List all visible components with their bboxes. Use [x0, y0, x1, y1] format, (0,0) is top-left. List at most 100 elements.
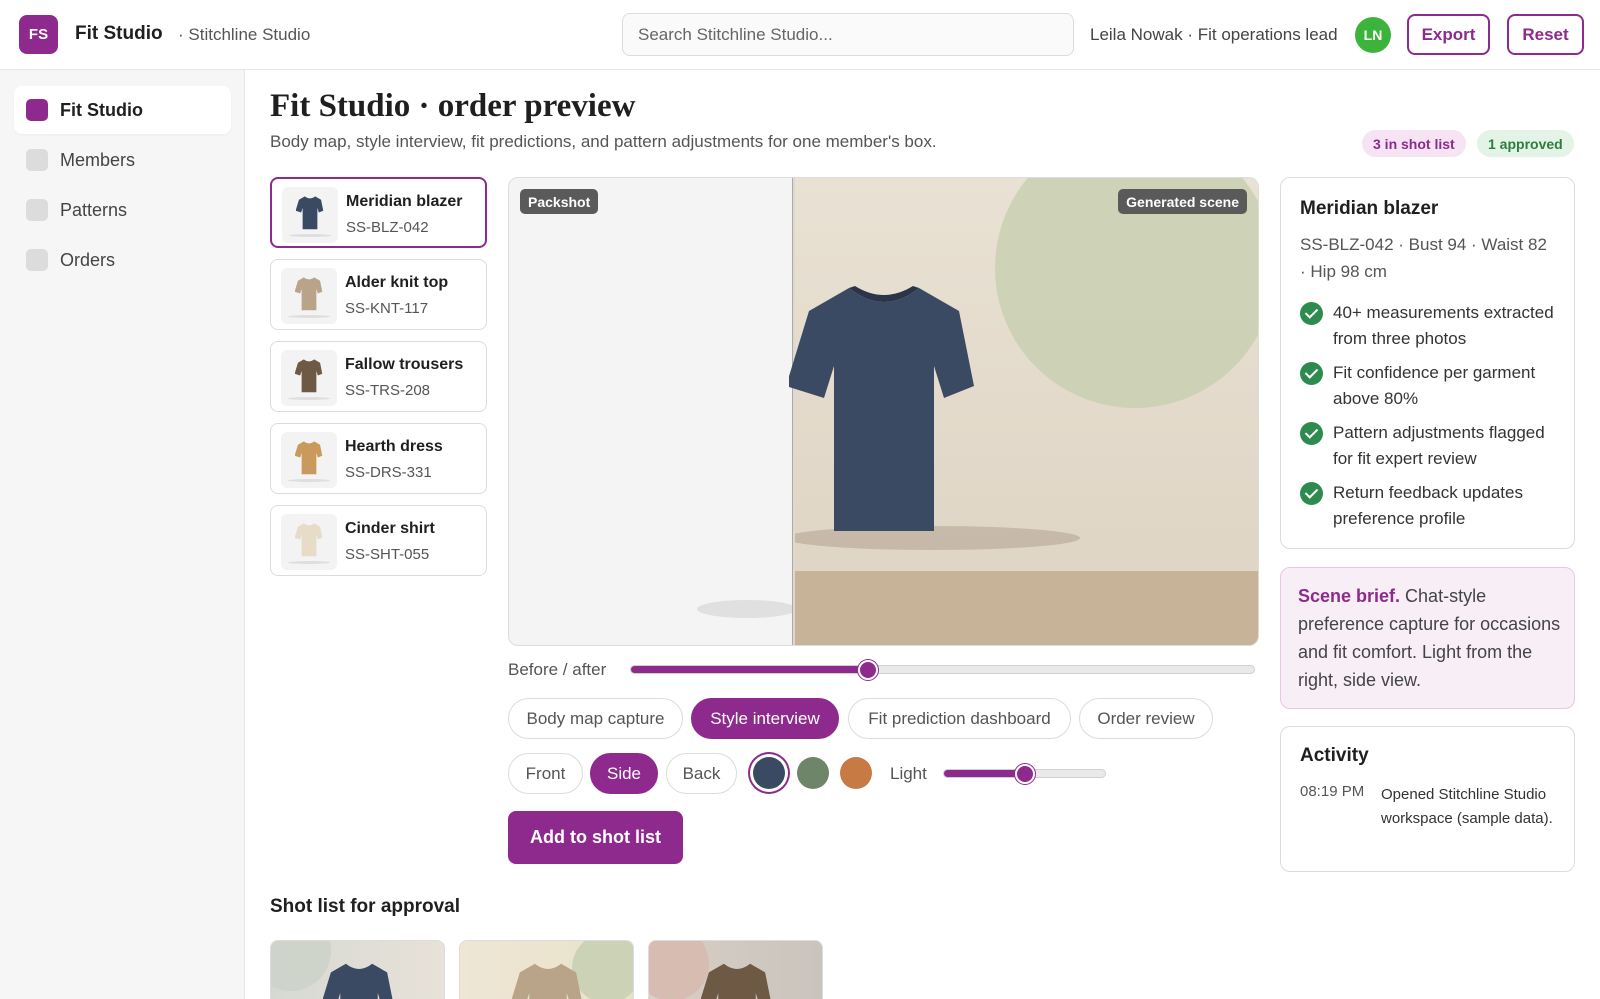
- product-name: Hearth dress: [345, 438, 443, 455]
- product-sku: SS-BLZ-042: [346, 219, 429, 236]
- sidebar-item-orders[interactable]: Orders: [14, 236, 231, 284]
- before-after-slider-handle[interactable]: [857, 660, 878, 680]
- page-subtitle: Body map, style interview, fit predictio…: [270, 132, 937, 151]
- orders-icon: [26, 249, 48, 271]
- product-thumbnail: [282, 187, 338, 243]
- shot-list-badge: 3 in shot list: [1362, 130, 1466, 157]
- shot-card[interactable]: [270, 940, 445, 999]
- packshot-tag: Packshot: [520, 189, 599, 214]
- tshirt-icon: [512, 963, 582, 999]
- sidebar-item-patterns[interactable]: Patterns: [14, 186, 231, 234]
- scene-floor: [795, 571, 1258, 645]
- shot-list-title: Shot list for approval: [270, 896, 461, 917]
- product-thumbnail: [281, 514, 337, 570]
- workspace-name: · Stitchline Studio: [178, 25, 311, 44]
- thumbnail-shadow: [289, 234, 331, 237]
- light-label: Light: [890, 764, 927, 783]
- packshot-shadow: [697, 600, 797, 618]
- tshirt-icon: [701, 963, 771, 999]
- color-swatch-sage[interactable]: [797, 757, 829, 789]
- light-slider-handle[interactable]: [1014, 764, 1035, 784]
- view-side[interactable]: Side: [590, 753, 658, 794]
- scene-brief-label: Scene brief.: [1298, 586, 1401, 606]
- sidebar-item-label: Members: [60, 149, 136, 170]
- generated-scene-tag: Generated scene: [1118, 189, 1247, 214]
- color-swatch-navy[interactable]: [753, 757, 785, 789]
- activity-title: Activity: [1300, 745, 1369, 766]
- tshirt-icon: [323, 963, 393, 999]
- product-thumbnail: [281, 432, 337, 488]
- before-after-slider[interactable]: [630, 665, 1255, 674]
- product-item[interactable]: Alder knit top SS-KNT-117: [270, 259, 487, 330]
- user-name: Leila Nowak · Fit operations lead: [1090, 25, 1338, 44]
- add-to-shot-list-button[interactable]: Add to shot list: [508, 811, 683, 864]
- sidebar-item-label: Orders: [60, 249, 116, 270]
- before-after-label: Before / after: [508, 660, 607, 679]
- check-circle-icon: [1300, 362, 1323, 385]
- search-input[interactable]: [622, 13, 1074, 56]
- activity-time: 08:19 PM: [1300, 783, 1365, 800]
- product-name: Fallow trousers: [345, 356, 464, 373]
- thumbnail-shadow: [288, 397, 330, 400]
- activity-text: Opened Stitchline Studio workspace (samp…: [1381, 786, 1553, 827]
- product-item[interactable]: Fallow trousers SS-TRS-208: [270, 341, 487, 412]
- product-name: Alder knit top: [345, 274, 449, 291]
- thumbnail-shadow: [288, 561, 330, 564]
- app-title: Fit Studio: [75, 23, 163, 44]
- garment-detail-card: Meridian blazer SS-BLZ-042 · Bust 94 · W…: [1280, 177, 1575, 549]
- reset-button[interactable]: Reset: [1507, 14, 1584, 55]
- mode-style-interview[interactable]: Style interview: [691, 698, 839, 739]
- tshirt-icon: [295, 441, 323, 475]
- product-item[interactable]: Meridian blazer SS-BLZ-042: [270, 177, 487, 248]
- view-back[interactable]: Back: [666, 753, 737, 794]
- check-circle-icon: [1300, 482, 1323, 505]
- shot-backdrop: [271, 941, 331, 991]
- product-item[interactable]: Cinder shirt SS-SHT-055: [270, 505, 487, 576]
- scene-brief-text: Scene brief. Chat-style preference captu…: [1298, 586, 1561, 690]
- check-circle-icon: [1300, 302, 1323, 325]
- product-sku: SS-TRS-208: [345, 382, 431, 399]
- members-icon: [26, 149, 48, 171]
- detail-measurements: SS-BLZ-042 · Bust 94 · Waist 82 · Hip 98…: [1300, 235, 1547, 281]
- view-front[interactable]: Front: [508, 753, 583, 794]
- tshirt-icon: [295, 523, 323, 557]
- check-circle-icon: [1300, 422, 1323, 445]
- sidebar-item-members[interactable]: Members: [14, 136, 231, 184]
- scene-brief-card: Scene brief. Chat-style preference captu…: [1280, 567, 1575, 709]
- tshirt-icon: [296, 196, 324, 230]
- thumbnail-shadow: [288, 479, 330, 482]
- tshirt-icon: [789, 286, 974, 531]
- before-after-preview[interactable]: Packshot Generated scene: [508, 177, 1259, 646]
- top-bar: FS Fit Studio · Stitchline Studio Leila …: [0, 0, 1600, 70]
- tshirt-icon: [295, 359, 323, 393]
- app-logo[interactable]: FS: [19, 15, 58, 54]
- tshirt-icon: [295, 277, 323, 311]
- color-swatch-rust[interactable]: [840, 757, 872, 789]
- mode-order-review[interactable]: Order review: [1079, 698, 1213, 739]
- shot-card[interactable]: [648, 940, 823, 999]
- sidebar-item-fit-studio[interactable]: Fit Studio: [14, 86, 231, 134]
- mode-body-map-capture[interactable]: Body map capture: [508, 698, 683, 739]
- thumbnail-shadow: [288, 315, 330, 318]
- product-sku: SS-SHT-055: [345, 546, 430, 563]
- sidebar: Fit Studio Members Patterns Orders: [0, 70, 245, 999]
- mode-fit-prediction-dashboard[interactable]: Fit prediction dashboard: [848, 698, 1071, 739]
- patterns-icon: [26, 199, 48, 221]
- approved-badge: 1 approved: [1477, 130, 1574, 157]
- product-name: Cinder shirt: [345, 520, 435, 537]
- avatar[interactable]: LN: [1355, 17, 1391, 53]
- product-thumbnail: [281, 350, 337, 406]
- product-sku: SS-DRS-331: [345, 464, 432, 481]
- shot-card[interactable]: [459, 940, 634, 999]
- product-item[interactable]: Hearth dress SS-DRS-331: [270, 423, 487, 494]
- sidebar-item-label: Patterns: [60, 199, 128, 220]
- sidebar-item-label: Fit Studio: [60, 99, 143, 120]
- product-name: Meridian blazer: [346, 193, 463, 210]
- detail-title: Meridian blazer: [1300, 198, 1439, 219]
- activity-card: Activity 08:19 PM Opened Stitchline Stud…: [1280, 726, 1575, 872]
- product-sku: SS-KNT-117: [345, 300, 429, 317]
- export-button[interactable]: Export: [1407, 14, 1490, 55]
- page-title: Fit Studio · order preview: [270, 88, 636, 124]
- product-thumbnail: [281, 268, 337, 324]
- shot-backdrop: [649, 941, 709, 999]
